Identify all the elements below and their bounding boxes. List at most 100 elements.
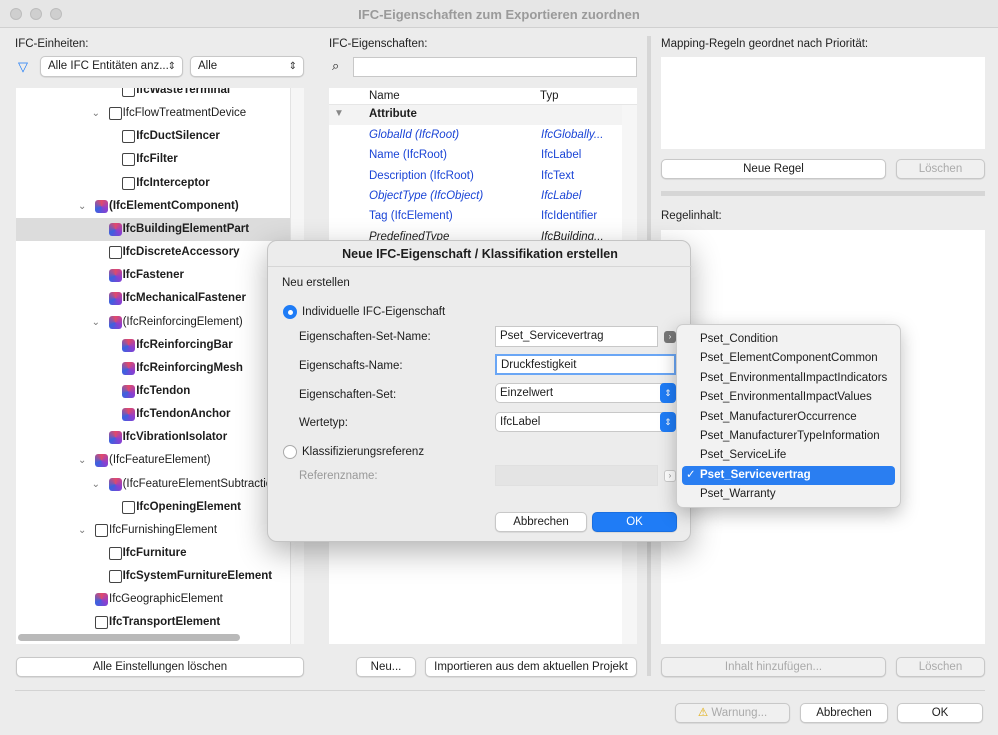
tree-item[interactable]: IfcBuildingElementPart [16, 217, 290, 241]
scope-filter-select[interactable]: Alle ⇕ [190, 56, 304, 77]
filter-icon[interactable]: ▽ [18, 59, 28, 75]
tree-horizontal-scrollbar[interactable] [18, 634, 240, 641]
ifc-icon [108, 315, 122, 329]
tree-item[interactable]: IfcReinforcingBar [16, 334, 290, 357]
tree-item[interactable]: IfcDuctSilencer [16, 125, 290, 148]
property-type: IfcIdentifier [541, 210, 598, 223]
chevron-down-icon[interactable]: ⌄ [92, 473, 100, 496]
new-rule-button[interactable]: Neue Regel [661, 159, 886, 179]
tree-item[interactable]: IfcDiscreteAccessory [16, 241, 290, 264]
property-name-input[interactable]: Druckfestigkeit [495, 354, 676, 375]
tree-item[interactable]: IfcReinforcingMesh [16, 357, 290, 380]
dialog-title: Neue IFC-Eigenschaft / Klassifikation er… [268, 241, 692, 267]
updown-icon: ⇕ [288, 61, 297, 72]
pset-option[interactable]: Pset_EnvironmentalImpactValues [682, 388, 895, 407]
opening-icon [122, 500, 136, 514]
ifc-icon [122, 338, 136, 352]
mapping-rules-list[interactable] [661, 57, 985, 149]
tree-item[interactable]: ⌄ (IfcFeatureElementSubtraction) [16, 473, 290, 496]
tree-item[interactable]: IfcTransportElement [16, 611, 290, 634]
pset-dropdown-arrow-icon[interactable]: › [664, 331, 676, 343]
chevron-down-icon[interactable]: ⌄ [92, 102, 100, 125]
ifc-icon [108, 477, 122, 491]
warning-button[interactable]: ⚠ Warnung... [675, 703, 790, 723]
dialog-cancel-button[interactable]: Abbrechen [495, 512, 587, 532]
reference-arrow-icon[interactable]: › [664, 470, 676, 482]
clear-all-settings-button[interactable]: Alle Einstellungen löschen [16, 657, 304, 677]
classification-reference-radio[interactable] [283, 445, 297, 459]
pset-option[interactable]: Pset_ElementComponentCommon [682, 349, 895, 368]
ok-button[interactable]: OK [897, 703, 983, 723]
tree-item[interactable]: IfcWasteTerminal [16, 88, 290, 102]
tree-item[interactable]: IfcFilter [16, 148, 290, 171]
tree-item[interactable]: ⌄ (IfcElementComponent) [16, 195, 290, 218]
delete-rule-button[interactable]: Löschen [896, 159, 985, 179]
reference-name-input[interactable] [495, 465, 658, 486]
entity-tree[interactable]: IfcWasteTerminal ⌄ IfcFlowTreatmentDevice I… [16, 88, 304, 644]
right-divider[interactable] [661, 191, 985, 196]
column-name-header[interactable]: Name [369, 90, 400, 102]
value-type-select[interactable]: IfcLabel ⇕ [495, 412, 676, 432]
tree-item[interactable]: IfcOpeningElement [16, 496, 290, 519]
pset-option[interactable]: Pset_EnvironmentalImpactIndicators [682, 369, 895, 388]
new-property-button[interactable]: Neu... [356, 657, 416, 677]
property-search-input[interactable] [353, 57, 637, 77]
tree-item[interactable]: IfcSystemFurnitureElement [16, 565, 290, 588]
disclosure-triangle-icon[interactable]: ▼ [334, 108, 344, 119]
tree-item[interactable]: IfcMechanicalFastener [16, 287, 290, 310]
tree-item-label: IfcWasteTerminal [136, 88, 231, 96]
mapping-rules-label: Mapping-Regeln geordnet nach Priorität: [661, 38, 869, 50]
table-row[interactable]: ObjectType (IfcObject) IfcLabel [329, 185, 622, 206]
table-row[interactable]: Tag (IfcElement) IfcIdentifier [329, 206, 622, 227]
pset-option[interactable]: Pset_ServiceLife [682, 446, 895, 465]
cancel-button[interactable]: Abbrechen [800, 703, 888, 723]
pset-name-input[interactable]: Pset_Servicevertrag [495, 326, 658, 347]
classification-reference-label[interactable]: Klassifizierungsreferenz [302, 446, 424, 458]
tree-item[interactable]: IfcTendon [16, 380, 290, 403]
table-row[interactable]: GlobalId (IfcRoot) IfcGlobally... [329, 125, 622, 145]
new-property-dialog: Neue IFC-Eigenschaft / Klassifikation er… [267, 240, 692, 542]
entity-filter-select[interactable]: Alle IFC Entitäten anz... ⇕ [40, 56, 183, 77]
ifc-icon [108, 222, 122, 236]
ifc-icon [108, 431, 122, 445]
property-name-label: Eigenschafts-Name: [299, 360, 403, 372]
tree-item[interactable]: IfcVibrationIsolator [16, 426, 290, 449]
tree-item-label: IfcBuildingElementPart [122, 222, 250, 235]
table-row[interactable]: Name (IfcRoot) IfcLabel [329, 145, 622, 166]
pset-option[interactable]: Pset_ManufacturerTypeInformation [682, 427, 895, 446]
tree-item[interactable]: IfcFastener [16, 264, 290, 287]
tree-item[interactable]: IfcFurniture [16, 542, 290, 565]
chevron-down-icon[interactable]: ⌄ [78, 519, 86, 542]
tree-item-label: IfcDiscreteAccessory [122, 246, 240, 259]
property-set-select[interactable]: Einzelwert ⇕ [495, 383, 676, 403]
chevron-down-icon[interactable]: ⌄ [78, 449, 86, 472]
tree-item[interactable]: ⌄ (IfcReinforcingElement) [16, 311, 290, 334]
tree-item[interactable]: IfcGeographicElement [16, 588, 290, 611]
chevron-down-icon[interactable]: ⌄ [78, 195, 86, 218]
property-type: IfcText [541, 169, 575, 182]
table-row[interactable]: Description (IfcRoot) IfcText [329, 165, 622, 186]
chevron-down-icon[interactable]: ⌄ [92, 311, 100, 334]
individual-property-radio[interactable] [283, 305, 297, 319]
tree-item[interactable]: IfcTendonAnchor [16, 403, 290, 426]
tree-item-label: IfcReinforcingMesh [136, 361, 243, 374]
pset-option[interactable]: Pset_ManufacturerOccurrence [682, 408, 895, 427]
add-content-button[interactable]: Inhalt hinzufügen... [661, 657, 886, 677]
column-type-header[interactable]: Typ [540, 90, 559, 102]
individual-property-label[interactable]: Individuelle IFC-Eigenschaft [302, 306, 445, 318]
pset-option[interactable]: ✓ Pset_Servicevertrag [682, 465, 895, 485]
import-from-project-button[interactable]: Importieren aus dem aktuellen Projekt [425, 657, 637, 677]
dialog-ok-button[interactable]: OK [592, 512, 677, 532]
pset-option[interactable]: Pset_Condition [682, 330, 895, 349]
entity-filter-value: Alle IFC Entitäten anz... [48, 60, 169, 72]
tree-item[interactable]: ⌄ IfcFlowTreatmentDevice [16, 102, 290, 125]
ifc-icon [108, 292, 122, 306]
pset-option[interactable]: Pset_Warranty [682, 485, 895, 504]
delete-content-button[interactable]: Löschen [896, 657, 985, 677]
tree-item[interactable]: IfcInterceptor [16, 172, 290, 195]
tree-item-label: IfcDuctSilencer [136, 130, 220, 143]
group-row-attribute[interactable]: ▼ Attribute [329, 105, 622, 125]
tree-item[interactable]: ⌄ (IfcFeatureElement) [16, 449, 290, 472]
table-header: Name Typ [329, 88, 637, 105]
tree-item[interactable]: ⌄ IfcFurnishingElement [16, 519, 290, 542]
